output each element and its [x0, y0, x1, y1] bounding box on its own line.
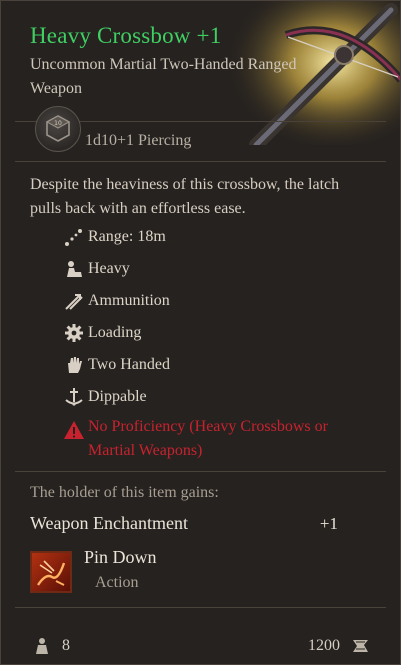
property-label: Loading	[88, 324, 142, 341]
heavy-icon	[63, 258, 85, 280]
ammunition-icon	[63, 290, 85, 312]
property-label: Ammunition	[88, 292, 170, 309]
warning-text: No Proficiency (Heavy Crossbows or Marti…	[88, 418, 328, 459]
action-name: Pin Down	[84, 547, 157, 567]
warning-icon	[64, 421, 84, 439]
weight-icon	[36, 638, 48, 654]
property-ammunition: Ammunition	[63, 289, 170, 313]
divider	[15, 161, 386, 162]
property-range: Range: 18m	[63, 225, 166, 249]
range-icon	[63, 226, 85, 248]
divider	[15, 471, 386, 472]
property-loading: Loading	[63, 321, 141, 345]
item-name: Heavy Crossbow +1	[30, 23, 222, 48]
loading-gear-icon	[63, 322, 85, 344]
svg-text:10: 10	[54, 120, 62, 127]
dippable-icon	[63, 386, 85, 408]
item-description: Despite the heaviness of this crossbow, …	[30, 176, 340, 217]
two-handed-icon	[63, 354, 85, 376]
item-price: 1200	[308, 637, 340, 654]
item-tooltip: Heavy Crossbow +1 Uncommon Martial Two-H…	[0, 0, 401, 665]
action-type: Action	[95, 574, 139, 591]
damage-dice-icon: 10	[35, 106, 81, 152]
item-weight: 8	[62, 637, 70, 654]
property-dippable: Dippable	[63, 385, 147, 409]
property-heavy: Heavy	[63, 257, 130, 281]
proficiency-warning: No Proficiency (Heavy Crossbows or Marti…	[63, 415, 353, 463]
enchantment-label: Weapon Enchantment	[30, 513, 188, 533]
divider	[15, 607, 386, 608]
property-two-handed: Two Handed	[63, 353, 170, 377]
property-label: Heavy	[88, 260, 130, 277]
damage-text: 1d10+1 Piercing	[85, 132, 192, 149]
pin-down-icon[interactable]	[30, 551, 72, 593]
gains-heading: The holder of this item gains:	[30, 484, 219, 501]
enchantment-value: +1	[319, 514, 338, 533]
property-label: Two Handed	[88, 356, 170, 373]
property-label: Range: 18m	[88, 228, 166, 245]
gold-coins-icon	[353, 640, 368, 652]
item-subtitle: Uncommon Martial Two-Handed Ranged Weapo…	[30, 56, 297, 97]
property-label: Dippable	[88, 388, 147, 405]
